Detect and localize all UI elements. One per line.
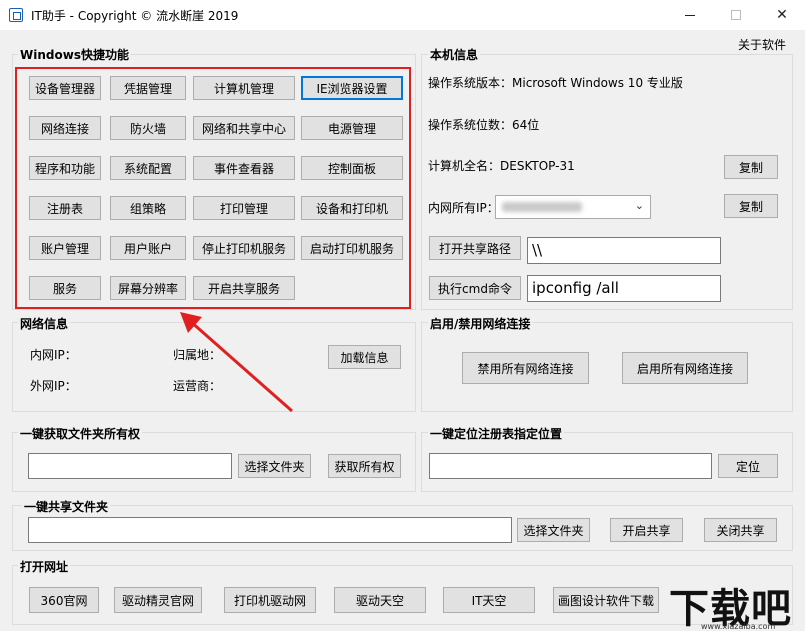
- devices-printers-button[interactable]: 设备和打印机: [301, 196, 403, 220]
- local-info-title: 本机信息: [428, 46, 481, 63]
- paint-software-site-button[interactable]: 画图设计软件下载: [553, 587, 659, 613]
- close-button[interactable]: ✕: [759, 0, 805, 30]
- ownership-path-input[interactable]: [28, 453, 232, 479]
- driver-genius-site-button[interactable]: 驱动精灵官网: [114, 587, 202, 613]
- computer-management-button[interactable]: 计算机管理: [193, 76, 295, 100]
- credential-manager-button[interactable]: 凭据管理: [110, 76, 186, 100]
- network-connections-button[interactable]: 网络连接: [29, 116, 101, 140]
- enable-all-network-button[interactable]: 启用所有网络连接: [622, 352, 748, 384]
- chevron-down-icon: ⌄: [634, 199, 644, 212]
- programs-features-button[interactable]: 程序和功能: [29, 156, 101, 180]
- ownership-title: 一键获取文件夹所有权: [18, 425, 143, 442]
- maximize-button[interactable]: [713, 0, 759, 30]
- wan-ip-info-label: 外网IP：: [30, 379, 77, 393]
- control-panel-button[interactable]: 控制面板: [301, 156, 403, 180]
- lan-ip-label: 内网所有IP：: [428, 201, 499, 215]
- firewall-button[interactable]: 防火墙: [110, 116, 186, 140]
- os-bits-text: 操作系统位数：64位: [428, 118, 540, 132]
- it-sky-site-button[interactable]: IT天空: [443, 587, 535, 613]
- xiazaiba-watermark: 下载吧 www.xiazaiba.com: [665, 572, 805, 631]
- local-info-group: [421, 54, 793, 310]
- lan-ip-blurred-value: [502, 202, 582, 212]
- start-print-service-button[interactable]: 启动打印机服务: [301, 236, 403, 260]
- group-policy-button[interactable]: 组策略: [110, 196, 186, 220]
- share-choose-folder-button[interactable]: 选择文件夹: [517, 518, 590, 542]
- system-config-button[interactable]: 系统配置: [110, 156, 186, 180]
- screen-resolution-button[interactable]: 屏幕分辨率: [110, 276, 186, 300]
- run-cmd-button[interactable]: 执行cmd命令: [429, 276, 521, 300]
- printer-driver-site-button[interactable]: 打印机驱动网: [224, 587, 316, 613]
- disable-all-network-button[interactable]: 禁用所有网络连接: [462, 352, 589, 384]
- power-management-button[interactable]: 电源管理: [301, 116, 403, 140]
- annotation-arrow: [180, 312, 293, 413]
- registry-title: 一键定位注册表指定位置: [428, 425, 565, 442]
- event-viewer-button[interactable]: 事件查看器: [193, 156, 295, 180]
- watermark-site: www.xiazaiba.com: [701, 622, 776, 631]
- services-button[interactable]: 服务: [29, 276, 101, 300]
- print-management-button[interactable]: 打印管理: [193, 196, 295, 220]
- windows-functions-title: Windows快捷功能: [18, 46, 131, 63]
- copy-computer-name-button[interactable]: 复制: [724, 155, 778, 179]
- copy-ip-button[interactable]: 复制: [724, 194, 778, 218]
- minimize-button[interactable]: [667, 0, 713, 30]
- account-management-button[interactable]: 账户管理: [29, 236, 101, 260]
- share-folder-path-input[interactable]: [28, 517, 512, 543]
- registry-editor-button[interactable]: 注册表: [29, 196, 101, 220]
- maximize-icon: [731, 10, 741, 20]
- close-icon: ✕: [776, 7, 788, 23]
- stop-print-service-button[interactable]: 停止打印机服务: [193, 236, 295, 260]
- share-path-input[interactable]: \\: [527, 237, 721, 264]
- network-sharing-center-button[interactable]: 网络和共享中心: [193, 116, 295, 140]
- site-360-button[interactable]: 360官网: [29, 587, 99, 613]
- user-accounts-button[interactable]: 用户账户: [110, 236, 186, 260]
- network-info-title: 网络信息: [18, 315, 71, 332]
- ownership-choose-folder-button[interactable]: 选择文件夹: [238, 454, 311, 478]
- start-share-service-button[interactable]: 开启共享服务: [193, 276, 295, 300]
- lan-ip-select[interactable]: ⌄: [495, 195, 651, 219]
- annotation-highlight-box: [15, 67, 411, 309]
- annotation-arrow-shaft: [189, 319, 293, 413]
- os-version-text: 操作系统版本：Microsoft Windows 10 专业版: [428, 76, 683, 90]
- stop-share-button[interactable]: 关闭共享: [704, 518, 777, 542]
- registry-path-input[interactable]: [429, 453, 712, 479]
- share-folder-title: 一键共享文件夹: [22, 498, 111, 515]
- open-urls-title: 打开网址: [18, 558, 71, 575]
- cmd-input[interactable]: ipconfig /all: [527, 275, 721, 302]
- driver-sky-site-button[interactable]: 驱动天空: [334, 587, 426, 613]
- computer-name-text: 计算机全名：DESKTOP-31: [428, 159, 575, 173]
- ie-settings-button[interactable]: IE浏览器设置: [301, 76, 403, 100]
- device-manager-button[interactable]: 设备管理器: [29, 76, 101, 100]
- network-toggle-title: 启用/禁用网络连接: [428, 315, 533, 332]
- locate-registry-button[interactable]: 定位: [718, 454, 778, 478]
- open-share-path-button[interactable]: 打开共享路径: [429, 236, 521, 260]
- load-info-button[interactable]: 加载信息: [328, 345, 401, 369]
- lan-ip-info-label: 内网IP：: [30, 348, 77, 362]
- start-share-button[interactable]: 开启共享: [610, 518, 683, 542]
- app-icon: [9, 8, 23, 22]
- minimize-icon: [685, 14, 695, 16]
- window-title: IT助手 - Copyright © 流水断崖 2019: [31, 9, 239, 23]
- about-link[interactable]: 关于软件: [738, 36, 786, 53]
- take-ownership-button[interactable]: 获取所有权: [328, 454, 401, 478]
